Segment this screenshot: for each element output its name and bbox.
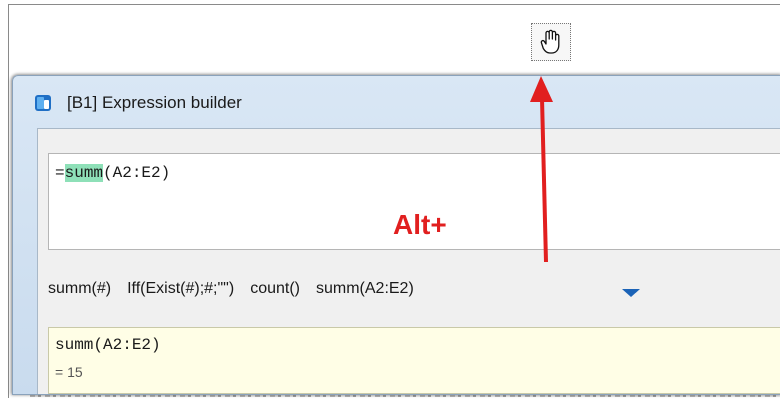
- shortcut-item[interactable]: summ(A2:E2): [316, 280, 414, 298]
- result-expression: summ(A2:E2): [55, 336, 161, 354]
- expression-builder-app-icon: [35, 95, 51, 111]
- expression-editor[interactable]: =summ(A2:E2) Alt+: [48, 153, 780, 250]
- shortcut-item[interactable]: Iff(Exist(#);#;""): [127, 280, 234, 298]
- expression-highlight: summ: [64, 164, 104, 182]
- result-panel: summ(A2:E2) = 15: [48, 327, 780, 394]
- shortcut-item[interactable]: summ(#): [48, 280, 111, 298]
- dialog-body: =summ(A2:E2) Alt+ summ(#) Iff(Exist(#);#…: [37, 128, 780, 394]
- expression-builder-dialog: [B1] Expression builder =summ(A2:E2) Alt…: [12, 75, 780, 395]
- hand-cursor-icon: [540, 29, 560, 54]
- dialog-title: [B1] Expression builder: [67, 93, 242, 112]
- shortcut-bar: summ(#) Iff(Exist(#);#;"") count() summ(…: [48, 279, 430, 299]
- expression-text[interactable]: =summ(A2:E2): [55, 164, 170, 182]
- shortcut-item[interactable]: count(): [250, 280, 300, 298]
- drop-target-cell[interactable]: [531, 23, 571, 61]
- result-value: = 15: [55, 364, 83, 380]
- shortcut-hint: Alt+: [393, 209, 447, 240]
- expression-rest: (A2:E2): [103, 164, 171, 182]
- expression-prefix: =: [55, 164, 65, 182]
- dialog-titlebar[interactable]: [B1] Expression builder: [13, 76, 780, 128]
- dropdown-triangle-icon[interactable]: [622, 289, 640, 297]
